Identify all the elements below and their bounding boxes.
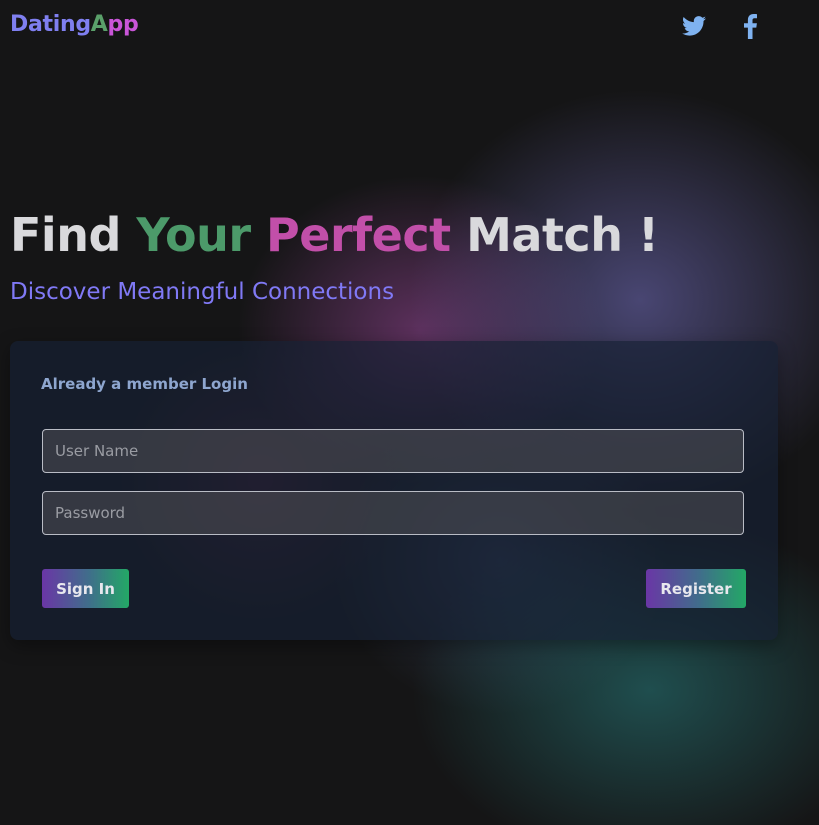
password-input[interactable] bbox=[42, 491, 744, 535]
hero-title-word-perfect: Perfect bbox=[266, 208, 451, 262]
header: DatingApp bbox=[0, 0, 819, 52]
login-heading: Already a member Login bbox=[41, 375, 248, 393]
register-button[interactable]: Register bbox=[646, 569, 746, 608]
twitter-link[interactable] bbox=[680, 12, 708, 40]
logo-text-part3: pp bbox=[107, 12, 139, 37]
twitter-icon bbox=[682, 16, 706, 36]
login-card: Already a member Login Sign In Register bbox=[10, 341, 778, 640]
sign-in-button[interactable]: Sign In bbox=[42, 569, 129, 608]
facebook-icon bbox=[743, 13, 757, 39]
hero-title: Find Your Perfect Match ! bbox=[10, 205, 659, 265]
logo-text-part1: Dating bbox=[10, 12, 91, 37]
brand-logo[interactable]: DatingApp bbox=[10, 11, 139, 39]
hero-subtitle: Discover Meaningful Connections bbox=[10, 279, 395, 305]
username-input[interactable] bbox=[42, 429, 744, 473]
hero-title-word-your: Your bbox=[136, 208, 251, 262]
facebook-link[interactable] bbox=[736, 12, 764, 40]
hero-title-word-match: Match ! bbox=[466, 208, 659, 262]
logo-text-part2: A bbox=[90, 12, 108, 37]
hero-title-word-find: Find bbox=[10, 208, 121, 262]
